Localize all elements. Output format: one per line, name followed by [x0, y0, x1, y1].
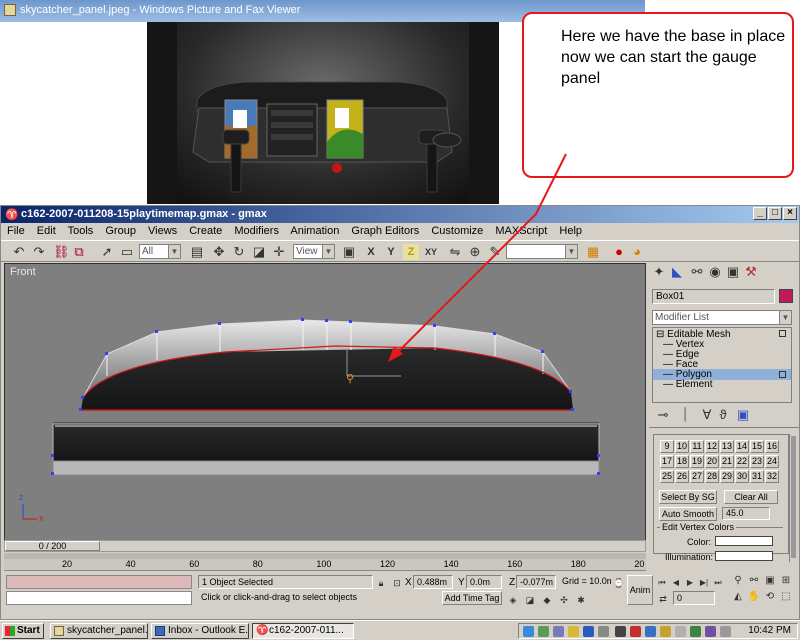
messenger-icon[interactable] [553, 626, 564, 637]
start-button[interactable]: Start [2, 623, 44, 639]
update-icon[interactable] [690, 626, 701, 637]
annotation-arrow [388, 153, 567, 362]
volume-icon[interactable] [675, 626, 686, 637]
alert-icon[interactable] [630, 626, 641, 637]
drive-icon[interactable] [660, 626, 671, 637]
speaker-icon[interactable] [720, 626, 731, 637]
windows-logo-icon [5, 626, 15, 636]
folder-icon[interactable] [568, 626, 579, 637]
image-file-icon [54, 626, 64, 636]
start-label: Start [17, 625, 40, 636]
display-icon[interactable] [615, 626, 626, 637]
outlook-icon [155, 626, 165, 636]
task-label: skycatcher_panel.jp... [67, 625, 148, 636]
app-tray-icon[interactable] [705, 626, 716, 637]
monitor-icon[interactable] [598, 626, 609, 637]
bluetooth-icon[interactable] [583, 626, 594, 637]
clock: 10:42 PM [748, 625, 791, 636]
task-outlook-inbox[interactable]: Inbox - Outlook E... [151, 623, 249, 639]
antivirus-icon[interactable] [538, 626, 549, 637]
task-label: Inbox - Outlook E... [168, 625, 249, 636]
network-icon[interactable] [523, 626, 534, 637]
task-label: c162-2007-011... [269, 625, 344, 636]
windows-taskbar: Start skycatcher_panel.jp... Inbox - Out… [0, 620, 800, 640]
task-gmax[interactable]: ♈ c162-2007-011... [252, 623, 354, 639]
gmax-app-icon: ♈ [256, 625, 269, 636]
security-icon[interactable] [645, 626, 656, 637]
task-skycatcher-panel[interactable]: skycatcher_panel.jp... [50, 623, 148, 639]
system-tray: 10:42 PM [518, 623, 798, 639]
